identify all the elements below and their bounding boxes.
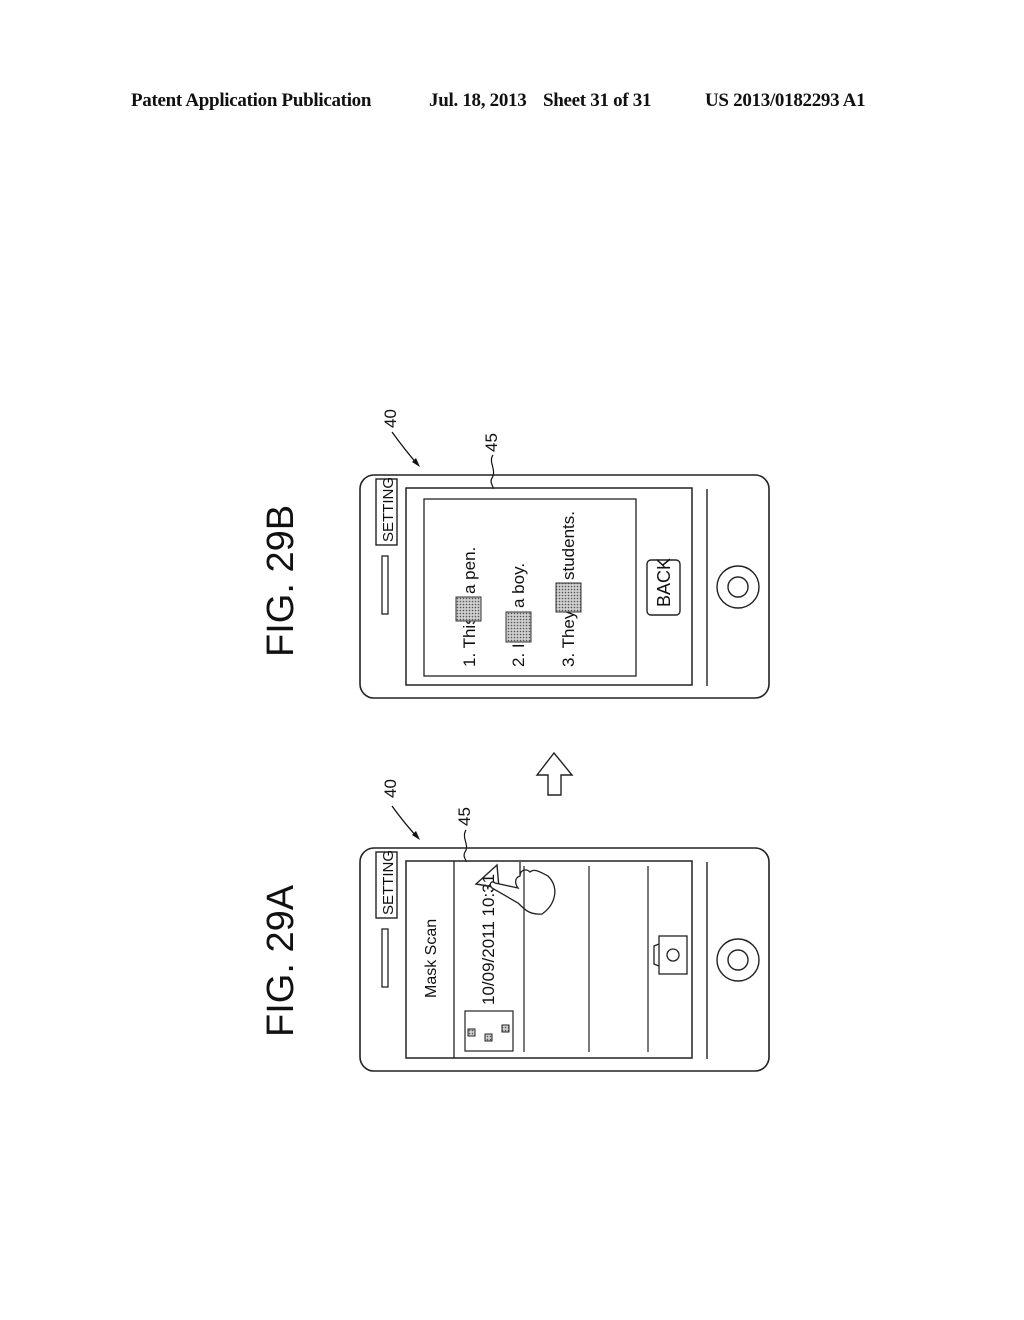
- reference-numeral-45: 45: [482, 433, 501, 452]
- figure-label-29b: FIG. 29B: [260, 505, 302, 657]
- leader-line-45: [490, 454, 495, 490]
- reference-numeral-40: 40: [381, 409, 400, 428]
- home-button-icon[interactable]: [716, 938, 760, 982]
- figure-label-29a: FIG. 29A: [260, 884, 302, 1037]
- screen-45: [405, 487, 693, 686]
- drawing-sheet: FIG. 29B 40 45 SETTING 1. This a pen. 2.…: [260, 409, 770, 1072]
- home-button-icon[interactable]: [716, 565, 760, 609]
- setting-label: SETTING: [380, 850, 397, 915]
- setting-button[interactable]: SETTING: [375, 477, 398, 546]
- reference-numeral-40: 40: [381, 779, 400, 798]
- sentence-1-suffix: a pen.: [460, 547, 479, 594]
- sentence-3-suffix: students.: [559, 511, 578, 580]
- masked-blank-1[interactable]: [455, 596, 482, 622]
- speaker-slot: [381, 555, 389, 615]
- mask-mark: [467, 1028, 476, 1037]
- leader-line-45: [463, 829, 468, 863]
- figure-29b: FIG. 29B 40 45 SETTING 1. This a pen. 2.…: [260, 409, 770, 699]
- app-title: Mask Scan: [423, 919, 440, 998]
- mask-mark: [501, 1024, 510, 1033]
- camera-icon[interactable]: [653, 935, 688, 975]
- reference-numeral-45: 45: [455, 807, 474, 826]
- setting-label: SETTING: [380, 477, 397, 542]
- quiz-sentence-1: 1. This a pen.: [455, 547, 482, 667]
- quiz-sentence-3: 3. They students.: [555, 511, 582, 667]
- quiz-panel: [423, 498, 637, 677]
- list-item-timestamp: 10/09/2011 10:31: [479, 874, 498, 1005]
- sentence-2-suffix: a boy.: [509, 563, 528, 608]
- quiz-sentence-2: 2. I a boy.: [505, 563, 532, 667]
- mask-mark: [484, 1033, 493, 1042]
- sentence-1-prefix: 1. This: [460, 616, 479, 667]
- hand-pointer-icon: [489, 862, 556, 915]
- sentence-2-prefix: 2. I: [509, 643, 528, 667]
- back-button[interactable]: BACK: [646, 558, 681, 616]
- masked-blank-3[interactable]: [555, 582, 582, 613]
- back-label: BACK: [654, 558, 674, 607]
- masked-blank-2[interactable]: [505, 611, 532, 643]
- setting-button[interactable]: SETTING: [375, 850, 398, 919]
- speaker-slot: [381, 928, 389, 988]
- figure-29a: FIG. 29A 40 45 SETTING Mask Scan 10/09/2…: [260, 779, 770, 1072]
- up-arrow-icon: [535, 751, 574, 796]
- sentence-3-prefix: 3. They: [559, 610, 578, 667]
